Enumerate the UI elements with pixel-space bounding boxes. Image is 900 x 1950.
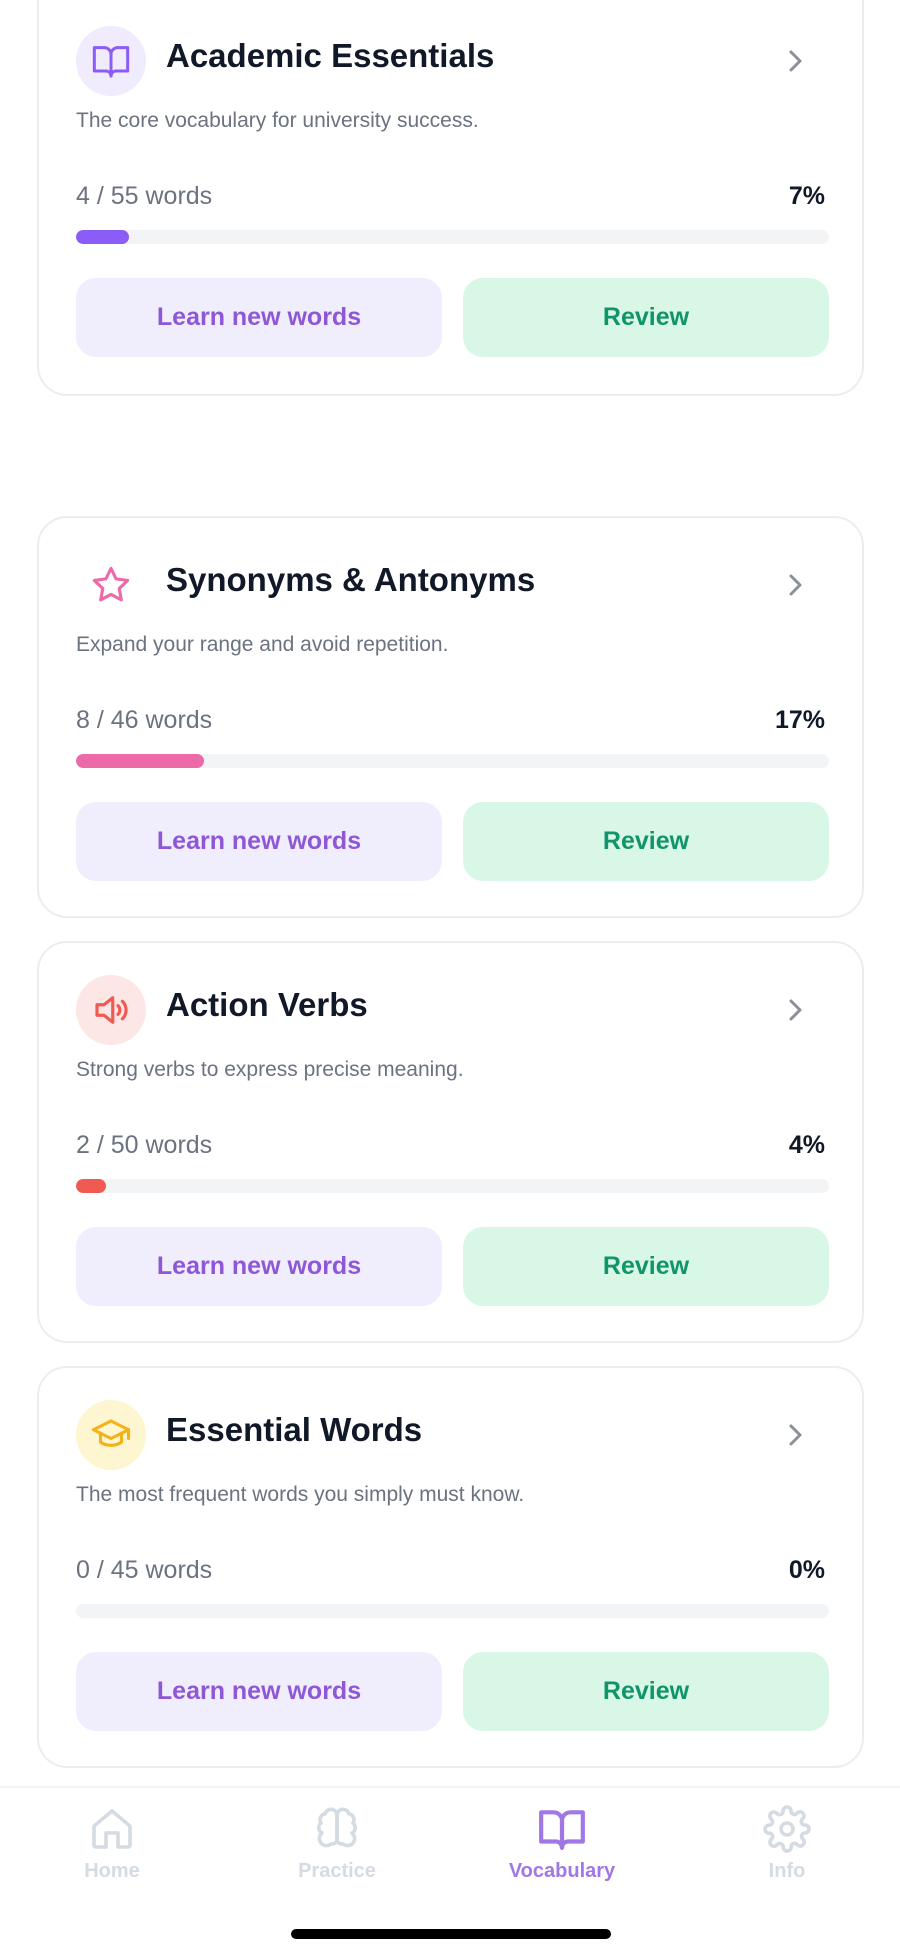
book-open-icon [537,1804,587,1854]
book-open-icon [76,26,146,96]
card-description: The most frequent words you simply must … [76,1483,525,1506]
chevron-right-icon[interactable] [780,46,810,76]
word-count: 2 / 50 words [76,1131,213,1159]
vocab-card-essential-words[interactable]: Essential Words The most frequent words … [37,1366,864,1768]
learn-new-words-button[interactable]: Learn new words [76,802,442,881]
progress-bar [76,754,829,768]
progress-fill [76,1179,107,1193]
review-button[interactable]: Review [463,1227,829,1306]
progress-bar [76,230,829,244]
progress-bar [76,1179,829,1193]
star-icon [76,550,146,620]
vocab-card-action-verbs[interactable]: Action Verbs Strong verbs to express pre… [37,941,864,1343]
learn-new-words-button[interactable]: Learn new words [76,278,442,357]
chevron-right-icon[interactable] [780,995,810,1025]
gear-icon [762,1804,812,1854]
brain-icon [312,1804,362,1854]
learn-new-words-button[interactable]: Learn new words [76,1227,442,1306]
card-description: Expand your range and avoid repetition. [76,633,449,656]
tab-practice[interactable]: Practice [257,1804,417,1894]
home-indicator [291,1929,611,1939]
tab-label: Home [84,1860,140,1882]
progress-percent: 7% [788,182,825,210]
progress-fill [76,230,129,244]
tab-label: Vocabulary [508,1860,616,1882]
card-description: The core vocabulary for university succe… [76,109,479,132]
word-count: 0 / 45 words [76,1556,213,1584]
vocab-card-academic-essentials[interactable]: Academic Essentials The core vocabulary … [37,0,864,396]
card-title: Essential Words [166,1411,423,1448]
card-title: Synonyms & Antonyms [166,561,536,598]
tab-vocabulary[interactable]: Vocabulary [482,1804,642,1894]
chevron-right-icon[interactable] [780,1420,810,1450]
speaker-icon [76,975,146,1045]
progress-percent: 4% [788,1131,825,1159]
tab-info[interactable]: Info [707,1804,867,1894]
progress-fill [76,754,204,768]
card-description: Strong verbs to express precise meaning. [76,1058,464,1081]
review-button[interactable]: Review [463,278,829,357]
bottom-tab-bar: Home Practice Vocabulary Info [0,1786,900,1950]
word-count: 4 / 55 words [76,182,213,210]
card-title: Action Verbs [166,986,368,1023]
progress-bar [76,1604,829,1618]
tab-label: Practice [298,1860,376,1882]
review-button[interactable]: Review [463,1652,829,1731]
tab-home[interactable]: Home [32,1804,192,1894]
progress-percent: 0% [788,1556,825,1584]
progress-percent: 17% [774,706,825,734]
word-count: 8 / 46 words [76,706,213,734]
card-title: Academic Essentials [166,37,495,74]
graduation-cap-icon [76,1400,146,1470]
learn-new-words-button[interactable]: Learn new words [76,1652,442,1731]
tab-label: Info [768,1860,806,1882]
home-icon [87,1804,137,1854]
chevron-right-icon[interactable] [780,570,810,600]
vocab-card-synonyms-antonyms[interactable]: Synonyms & Antonyms Expand your range an… [37,516,864,918]
review-button[interactable]: Review [463,802,829,881]
